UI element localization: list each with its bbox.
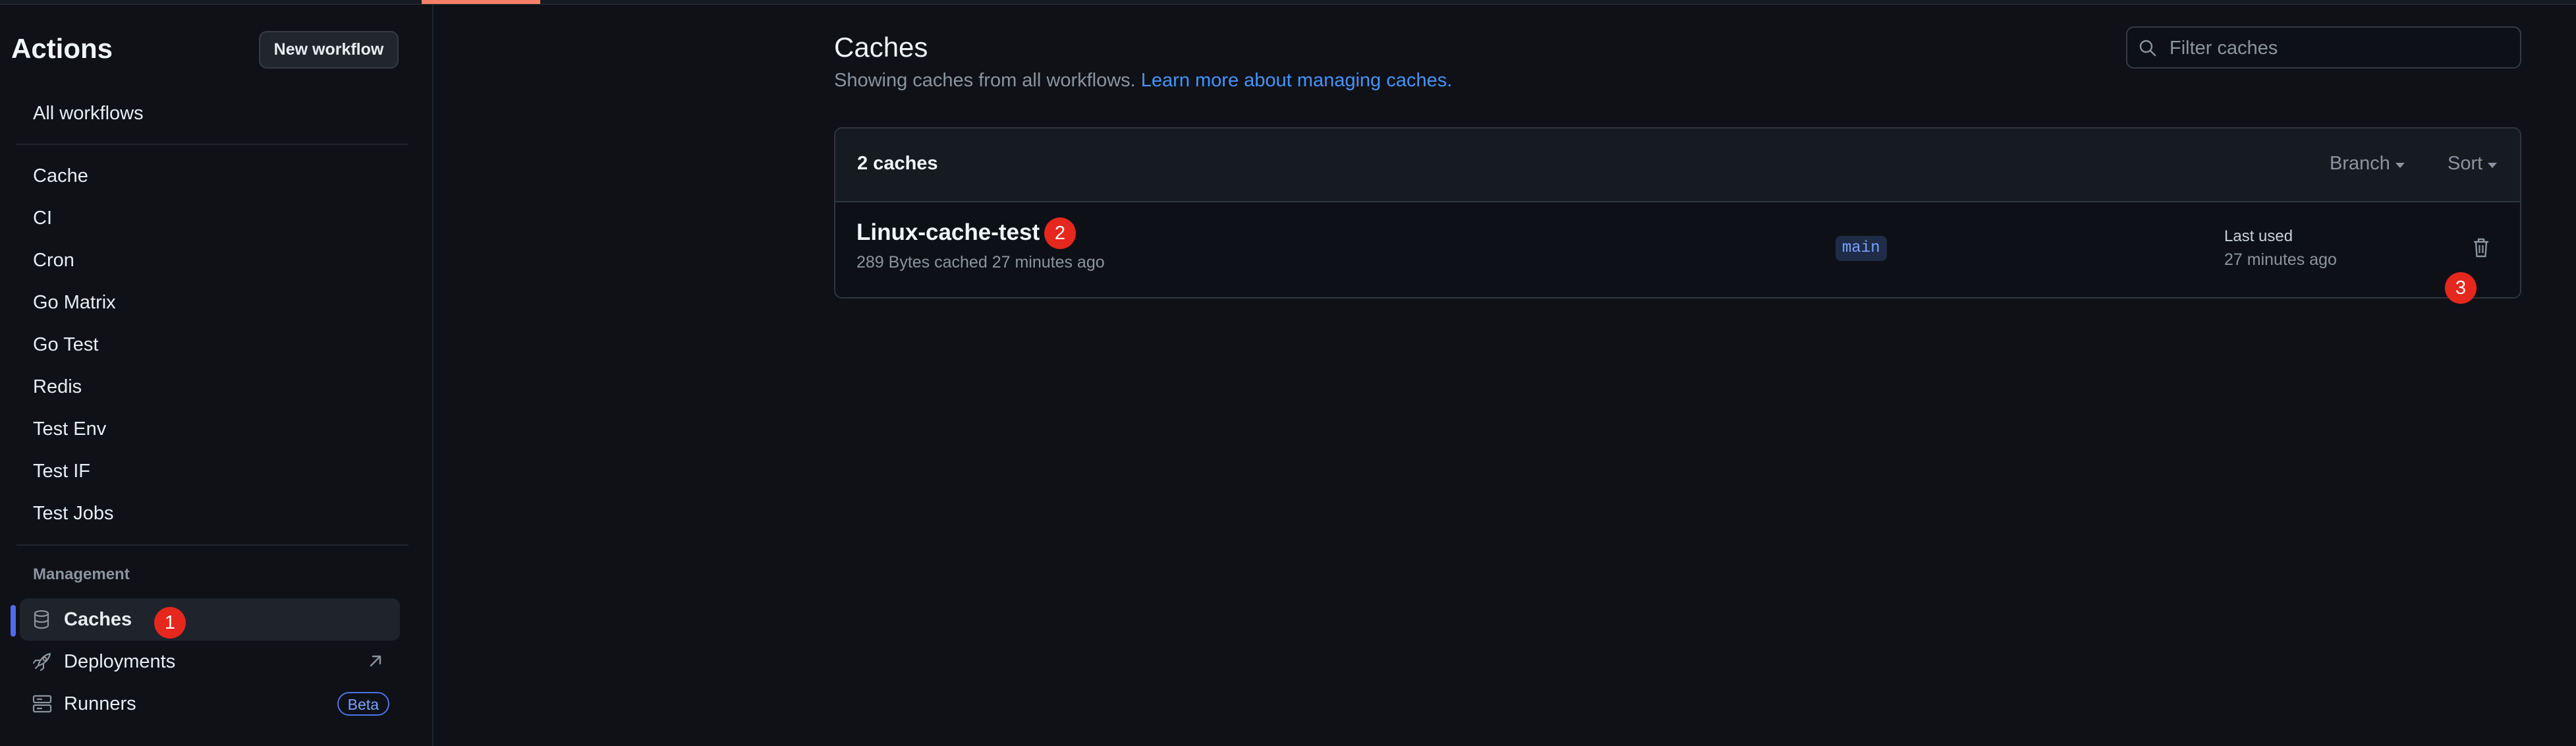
sidebar-title: Actions xyxy=(11,33,113,64)
sidebar-item-cron[interactable]: Cron xyxy=(33,247,74,273)
sidebar-divider xyxy=(16,544,408,546)
external-link-icon xyxy=(370,655,381,667)
filter-caches-field[interactable] xyxy=(2126,26,2521,69)
active-indicator xyxy=(11,605,16,637)
annotation-marker: 3 xyxy=(2445,272,2477,304)
sidebar-item-test-jobs[interactable]: Test Jobs xyxy=(33,500,114,527)
annotation-marker: 1 xyxy=(154,607,186,639)
sidebar-item-ci[interactable]: CI xyxy=(33,205,52,231)
sidebar-item-runners[interactable]: Runners Beta xyxy=(20,683,400,725)
chevron-down-icon xyxy=(2395,162,2405,168)
sidebar-item-test-if[interactable]: Test IF xyxy=(33,458,90,484)
sidebar-item-label: Caches xyxy=(64,609,132,630)
sidebar-item-test-env[interactable]: Test Env xyxy=(33,416,106,442)
caches-table: 2 caches Branch Sort xyxy=(834,127,2521,299)
sidebar-item-deployments[interactable]: Deployments xyxy=(20,641,400,683)
sidebar-item-label: Runners xyxy=(64,693,136,714)
server-icon xyxy=(32,695,52,713)
branch-label[interactable]: main xyxy=(1835,236,1887,261)
sidebar-item-label: Deployments xyxy=(64,651,176,672)
sidebar-item-go-test[interactable]: Go Test xyxy=(33,331,98,358)
beta-badge: Beta xyxy=(337,692,389,716)
management-heading: Management xyxy=(33,565,130,583)
cache-count: 2 caches xyxy=(857,153,938,174)
sort-dropdown[interactable]: Sort xyxy=(2448,153,2498,175)
chevron-down-icon xyxy=(2488,162,2498,168)
cache-name: Linux-cache-test xyxy=(856,219,1040,245)
sidebar-item-go-matrix[interactable]: Go Matrix xyxy=(33,289,116,316)
branch-dropdown[interactable]: Branch xyxy=(2330,153,2405,175)
last-used-label: Last used xyxy=(2224,227,2293,245)
filter-caches-input[interactable] xyxy=(2168,28,2513,69)
annotation-marker: 2 xyxy=(1044,217,1076,249)
trash-icon[interactable] xyxy=(2469,236,2493,260)
new-workflow-button[interactable]: New workflow xyxy=(259,31,399,69)
sidebar-item-cache[interactable]: Cache xyxy=(33,163,88,189)
sidebar-item-redis[interactable]: Redis xyxy=(33,374,82,400)
last-used-time: 27 minutes ago xyxy=(2224,250,2337,269)
database-icon xyxy=(34,610,49,629)
sidebar-divider xyxy=(16,144,408,145)
branch-dropdown-label: Branch xyxy=(2330,153,2390,174)
rocket-icon xyxy=(32,652,51,672)
sidebar-item-all-workflows[interactable]: All workflows xyxy=(33,100,144,127)
active-tab-indicator xyxy=(422,0,540,4)
sort-dropdown-label: Sort xyxy=(2448,153,2483,174)
page-subtitle: Showing caches from all workflows. Learn… xyxy=(834,70,1452,92)
sidebar-item-caches[interactable]: Caches xyxy=(20,598,400,641)
subtitle-text: Showing caches from all workflows. xyxy=(834,70,1136,91)
top-bar xyxy=(0,0,2576,5)
cache-meta: 289 Bytes cached 27 minutes ago xyxy=(856,253,1105,272)
table-header: 2 caches Branch Sort xyxy=(835,129,2520,202)
learn-more-link[interactable]: Learn more about managing caches. xyxy=(1141,70,1452,91)
search-icon xyxy=(2139,40,2156,57)
page-title: Caches xyxy=(834,32,928,63)
